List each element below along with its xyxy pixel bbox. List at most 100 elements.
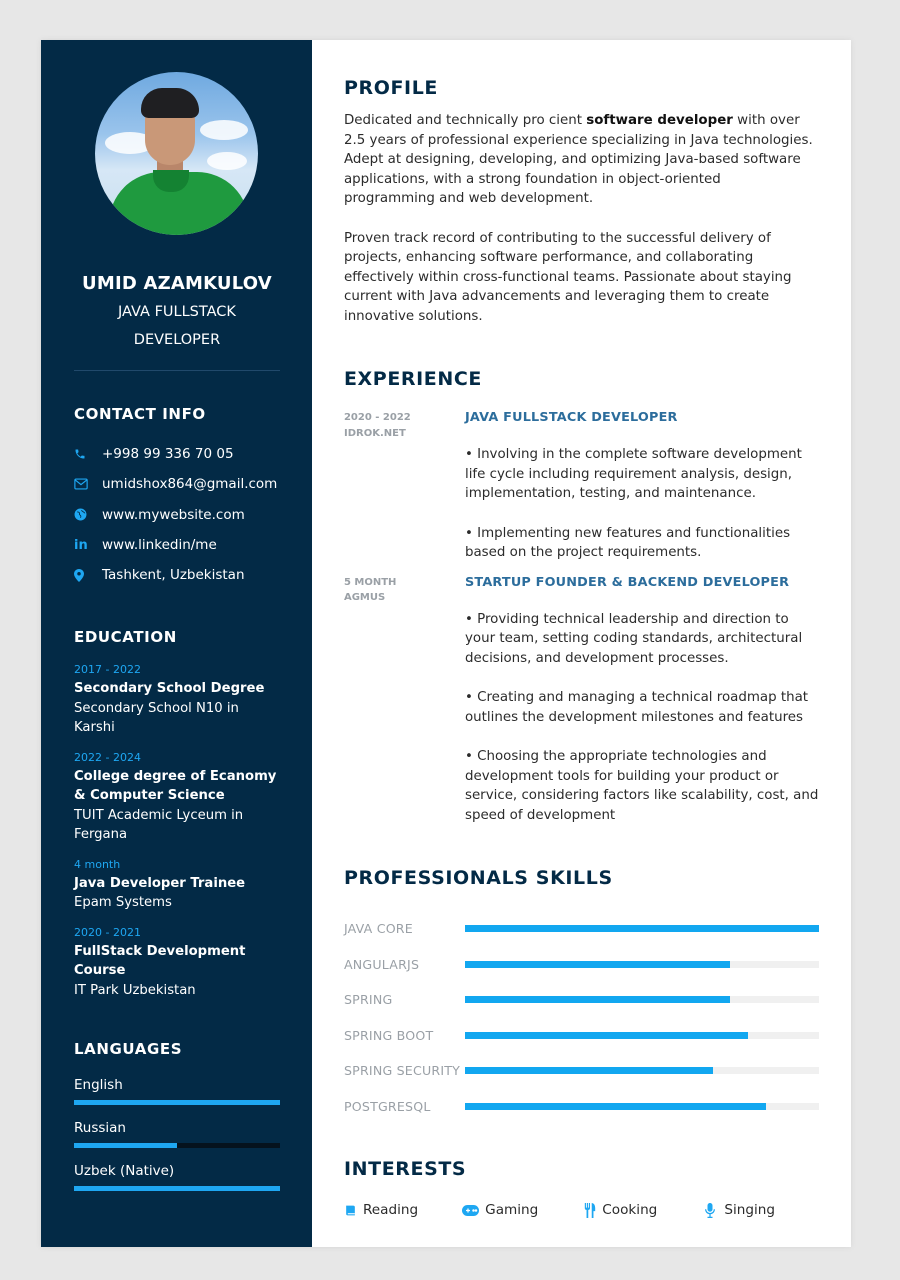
education-school: Epam Systems (74, 895, 172, 911)
education-degree: College degree of Ecanomy & Computer Sci… (74, 768, 277, 804)
skill-name: ANGULARJS (343, 956, 420, 972)
language-bar-fill (74, 1186, 280, 1192)
interest-item: Reading (344, 1202, 418, 1218)
skills-heading: PROFESSIONALS SKILLS (343, 867, 613, 889)
experience-heading: EXPERIENCE (343, 368, 483, 390)
interest-label: Reading (362, 1202, 419, 1218)
globe-icon (74, 508, 102, 521)
education-item: 2022 - 2024 College degree of Ecanomy & … (74, 751, 280, 845)
profile-text: Dedicated and technically pro cient (343, 113, 587, 128)
skill-bar-fill (464, 1102, 766, 1110)
language-name: Uzbek (Native) (74, 1163, 175, 1180)
contact-linkedin[interactable]: in www.linkedin/me (74, 530, 280, 560)
skill-bar (464, 960, 819, 968)
experience-body: JAVA FULLSTACK DEVELOPER • Involving in … (465, 410, 819, 563)
skill-bar (464, 1031, 819, 1039)
education-school: Secondary School N10 in Karshi (74, 700, 239, 736)
education-school: TUIT Academic Lyceum in Fergana (74, 807, 244, 843)
contact-text: +998 99 336 70 05 (102, 446, 234, 463)
skill-item: JAVA CORE (344, 911, 819, 947)
education-years: 2017 - 2022 (74, 663, 141, 677)
experience-role: JAVA FULLSTACK DEVELOPER (464, 410, 678, 425)
book-icon (344, 1204, 357, 1217)
contact-location[interactable]: Tashkent, Uzbekistan (74, 560, 280, 590)
profile-paragraph-2: Proven track record of contributing to t… (343, 230, 792, 324)
contact-text: www.linkedin/me (102, 537, 217, 554)
resume-page: UMID AZAMKULOV JAVA FULLSTACK DEVELOPER … (41, 40, 851, 1247)
language-bar (74, 1186, 280, 1192)
experience-company: AGMUS (343, 592, 386, 603)
skill-bar (464, 1102, 819, 1110)
education-school: IT Park Uzbekistan (74, 982, 196, 998)
skill-bar (464, 1067, 819, 1075)
contact-text: Tashkent, Uzbekistan (102, 567, 245, 584)
interest-item: Singing (705, 1202, 775, 1218)
education-item: 2020 - 2021 FullStack Development Course… (74, 926, 280, 1001)
title-line-2: DEVELOPER (133, 332, 221, 348)
person-title: JAVA FULLSTACK DEVELOPER (74, 298, 280, 354)
experience-point: • Providing technical leadership and dir… (464, 611, 803, 666)
education-years: 2022 - 2024 (74, 750, 141, 764)
skill-item: SPRING (344, 982, 819, 1018)
contact-list: +998 99 336 70 05 umidshox864@gmail.com … (74, 439, 280, 590)
skill-bar-fill (464, 1031, 749, 1039)
education-years: 4 month (74, 857, 121, 871)
interest-label: Singing (724, 1202, 775, 1218)
contact-phone[interactable]: +998 99 336 70 05 (74, 439, 280, 469)
experience-role: STARTUP FOUNDER & BACKEND DEVELOPER (464, 574, 790, 590)
education-item: 2017 - 2022 Secondary School Degree Seco… (74, 663, 280, 738)
language-name: English (74, 1077, 123, 1094)
experience-item: 2020 - 2022 IDROK.NET JAVA FULLSTACK DEV… (344, 410, 819, 563)
interest-label: Cooking (602, 1202, 658, 1218)
skill-bar-fill (464, 1067, 713, 1075)
language-name: Russian (74, 1120, 126, 1137)
profile-paragraph-1: Dedicated and technically pro cient soft… (344, 111, 814, 209)
gamepad-icon (462, 1204, 480, 1216)
languages-list: English Russian Uzbek (Native) (74, 1076, 280, 1192)
education-degree: Secondary School Degree (74, 681, 265, 697)
title-line-1: JAVA FULLSTACK (118, 304, 236, 320)
education-list: 2017 - 2022 Secondary School Degree Seco… (74, 663, 280, 1000)
skill-bar-fill (464, 996, 731, 1004)
experience-meta: 2020 - 2022 IDROK.NET (344, 410, 465, 563)
skill-item: SPRING BOOT (344, 1018, 819, 1054)
experience-point: • Involving in the complete software dev… (464, 447, 802, 501)
interests-list: Reading Gaming Cooking Singing (344, 1202, 819, 1218)
linkedin-icon: in (74, 537, 88, 553)
microphone-icon (705, 1202, 716, 1218)
phone-icon (74, 448, 102, 460)
person-name: UMID AZAMKULOV (82, 273, 272, 294)
location-pin-icon (74, 568, 102, 582)
language-bar-fill (74, 1100, 280, 1106)
experience-period: 2020 - 2022 (343, 412, 411, 423)
interests-heading: INTERESTS (343, 1158, 467, 1180)
skills-list: JAVA CORE ANGULARJS SPRING SPRING BOOT S… (344, 911, 819, 1124)
education-heading: EDUCATION (74, 628, 177, 647)
skill-item: POSTGRESQL (344, 1089, 819, 1125)
education-years: 2020 - 2021 (74, 925, 141, 939)
avatar (95, 72, 259, 235)
skill-bar (464, 996, 819, 1004)
education-degree: FullStack Development Course (74, 943, 246, 979)
education-degree: Java Developer Trainee (74, 875, 246, 891)
skills-section: PROFESSIONALS SKILLS JAVA CORE ANGULARJS… (344, 867, 819, 1124)
experience-section: EXPERIENCE 2020 - 2022 IDROK.NET JAVA FU… (344, 368, 819, 825)
skill-item: SPRING SECURITY (344, 1053, 819, 1089)
contact-website[interactable]: www.mywebsite.com (74, 500, 280, 530)
skill-name: POSTGRESQL (343, 1098, 431, 1114)
sidebar: UMID AZAMKULOV JAVA FULLSTACK DEVELOPER … (41, 40, 312, 1247)
experience-item: 5 MONTH AGMUS STARTUP FOUNDER & BACKEND … (344, 575, 819, 826)
experience-company: IDROK.NET (343, 427, 406, 439)
skill-name: SPRING SECURITY (343, 1063, 461, 1079)
main-content: PROFILE Dedicated and technically pro ci… (312, 40, 851, 1247)
language-bar (74, 1100, 280, 1106)
contact-email[interactable]: umidshox864@gmail.com (74, 469, 280, 499)
profile-highlight: software developer (586, 113, 733, 128)
utensils-icon (584, 1202, 596, 1218)
experience-meta: 5 MONTH AGMUS (344, 575, 465, 826)
skill-item: ANGULARJS (344, 947, 819, 983)
experience-point: • Implementing new features and function… (464, 525, 791, 561)
skill-name: JAVA CORE (343, 921, 413, 937)
skill-bar-fill (464, 925, 819, 933)
skill-bar-fill (464, 960, 731, 968)
